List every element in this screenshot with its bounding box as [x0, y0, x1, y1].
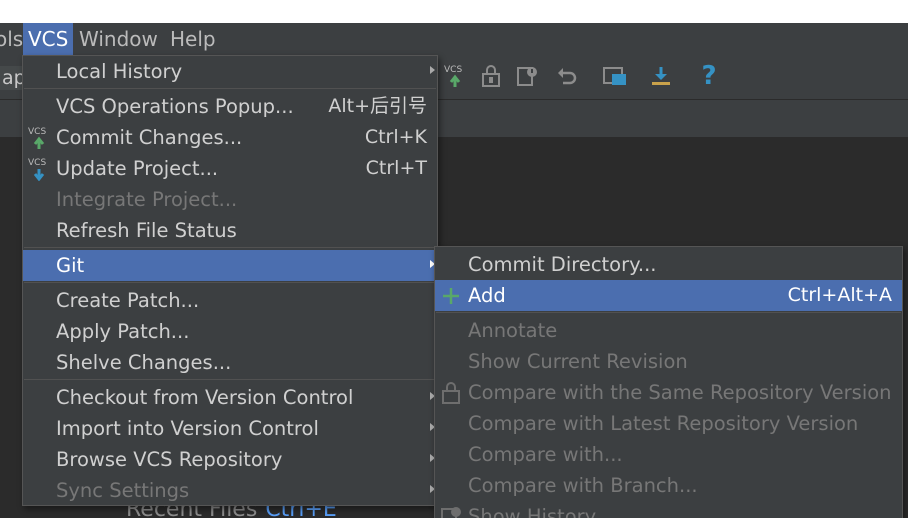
menu-item-compare-with[interactable]: Compare with...	[435, 439, 902, 470]
download-icon[interactable]	[648, 63, 674, 89]
menu-item-compare-with-branch[interactable]: Compare with Branch...	[435, 470, 902, 501]
menu-vcs[interactable]: VCS	[23, 23, 74, 55]
git-submenu: Commit Directory... Add Ctrl+Alt+A Annot…	[434, 246, 903, 518]
shortcut: Ctrl+T	[365, 157, 427, 179]
menu-separator	[436, 312, 901, 313]
menu-item-vcs-operations-popup[interactable]: VCS Operations Popup... Alt+后引号	[23, 91, 437, 122]
menu-separator	[24, 88, 436, 89]
annotate-icon[interactable]	[514, 63, 540, 89]
menu-bar: ols VCS Window Help	[0, 23, 908, 55]
menu-item-browse-vcs-repository[interactable]: Browse VCS Repository	[23, 444, 437, 475]
menu-item-compare-latest-version[interactable]: Compare with Latest Repository Version	[435, 408, 902, 439]
plus-icon	[443, 288, 459, 304]
menu-item-import-vcs[interactable]: Import into Version Control	[23, 413, 437, 444]
menu-item-sync-settings[interactable]: Sync Settings	[23, 475, 437, 506]
shortcut: Ctrl+K	[364, 126, 427, 148]
shortcut: Ctrl+Alt+A	[787, 284, 892, 306]
menu-item-compare-same-version[interactable]: Compare with the Same Repository Version	[435, 377, 902, 408]
menu-item-refresh-file-status[interactable]: Refresh File Status	[23, 215, 437, 246]
menu-item-commit-changes[interactable]: VCS Commit Changes... Ctrl+K	[23, 122, 437, 153]
vcs-menu: Local History VCS Operations Popup... Al…	[22, 55, 438, 506]
vcs-badge: VCS	[28, 127, 46, 137]
window-title-bar	[0, 0, 908, 23]
menu-item-add[interactable]: Add Ctrl+Alt+A	[435, 280, 902, 311]
menu-item-create-patch[interactable]: Create Patch...	[23, 285, 437, 316]
menu-window[interactable]: Window	[74, 23, 163, 55]
layout-icon[interactable]	[602, 63, 628, 89]
menu-item-apply-patch[interactable]: Apply Patch...	[23, 316, 437, 347]
vcs-update-icon[interactable]: VCS	[442, 63, 468, 89]
menu-item-checkout-vcs[interactable]: Checkout from Version Control	[23, 382, 437, 413]
menu-item-annotate[interactable]: Annotate	[435, 315, 902, 346]
menu-item-shelve-changes[interactable]: Shelve Changes...	[23, 347, 437, 378]
shortcut: Alt+后引号	[328, 95, 427, 117]
revert-icon[interactable]	[554, 63, 580, 89]
menu-item-local-history[interactable]: Local History	[23, 56, 437, 87]
history-icon	[441, 507, 461, 518]
menu-separator	[24, 379, 436, 380]
menu-separator	[24, 247, 436, 248]
vcs-badge: VCS	[444, 65, 462, 75]
menu-item-git[interactable]: Git	[23, 250, 437, 281]
menu-help[interactable]: Help	[165, 23, 221, 55]
vcs-commit-icon: VCS	[28, 127, 46, 149]
menu-item-integrate-project[interactable]: Integrate Project...	[23, 184, 437, 215]
help-glyph: ?	[701, 61, 717, 91]
help-icon[interactable]: ?	[696, 61, 722, 91]
menu-separator	[24, 282, 436, 283]
menu-item-show-current-revision[interactable]: Show Current Revision	[435, 346, 902, 377]
submenu-arrow-icon	[430, 66, 435, 74]
vcs-badge: VCS	[28, 158, 46, 168]
vcs-update-icon: VCS	[28, 158, 46, 181]
menu-item-commit-directory[interactable]: Commit Directory...	[435, 249, 902, 280]
lock-icon[interactable]	[478, 63, 504, 89]
menu-item-show-history[interactable]: Show History	[435, 501, 902, 518]
compare-icon	[442, 382, 460, 404]
menu-item-update-project[interactable]: VCS Update Project... Ctrl+T	[23, 153, 437, 184]
